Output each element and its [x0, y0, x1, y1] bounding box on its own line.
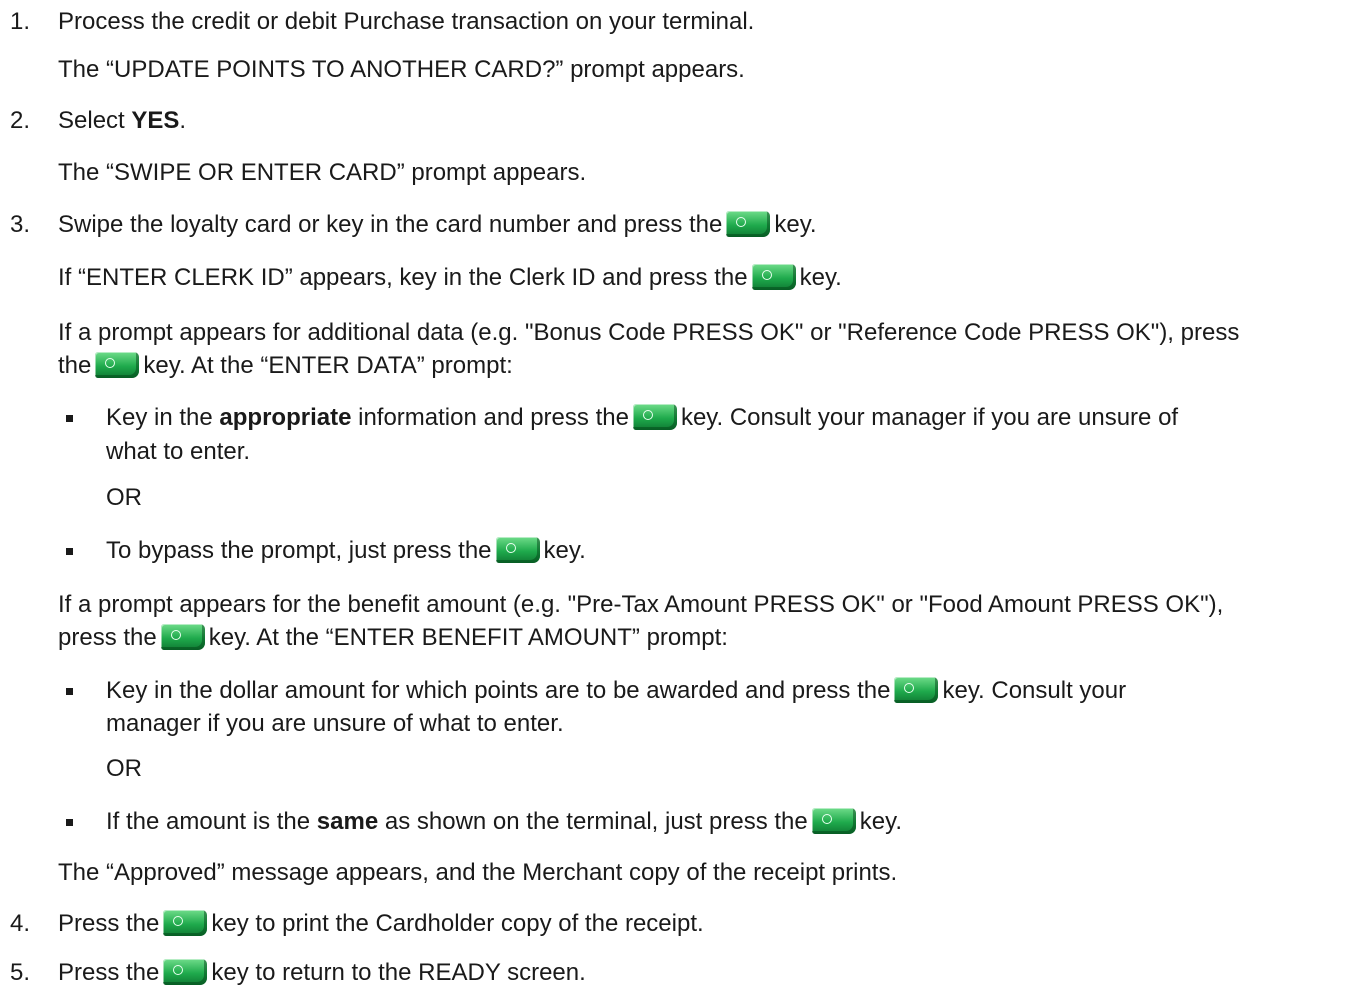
text: Press the: [58, 910, 160, 937]
step-text: Press the key to print the Cardholder cop…: [58, 909, 704, 939]
text: press the: [58, 624, 157, 651]
benefit-line-1: If a prompt appears for the benefit amou…: [58, 591, 1224, 618]
bullet-square-icon: [66, 819, 73, 826]
text: Press the: [58, 959, 160, 986]
bold-text: YES: [131, 107, 180, 134]
bullet-square-icon: [66, 548, 73, 555]
green-ok-key-icon: [811, 808, 856, 834]
text: key.: [799, 264, 842, 291]
green-ok-key-icon: [163, 910, 208, 936]
green-ok-key-icon: [632, 404, 677, 430]
text: key.: [543, 537, 586, 564]
bullet-bypass: To bypass the prompt, just press the key.: [106, 536, 586, 566]
text: the: [58, 352, 92, 379]
step-2-note: The “SWIPE OR ENTER CARD” prompt appears…: [58, 159, 587, 186]
text: key to print the Cardholder copy of the …: [211, 910, 704, 937]
text: key. At the “ENTER BENEFIT AMOUNT” promp…: [208, 624, 728, 651]
text: To bypass the prompt, just press the: [106, 537, 492, 564]
green-ok-key-icon: [726, 211, 771, 237]
step-number: 1.: [10, 8, 31, 35]
additional-data-line-1: If a prompt appears for additional data …: [58, 319, 1240, 346]
bullet-square-icon: [66, 688, 73, 695]
text: key. Consult your: [942, 677, 1127, 704]
text: key.: [859, 808, 902, 835]
green-ok-key-icon: [495, 537, 540, 563]
text: as shown on the terminal, just press the: [378, 808, 808, 835]
bullet-enter-data-cont: what to enter.: [106, 438, 251, 465]
clerk-id-line: If “ENTER CLERK ID” appears, key in the …: [58, 263, 842, 293]
bullet-same-amount: If the amount is the same as shown on th…: [106, 807, 902, 837]
bullet-dollar-amount-cont: manager if you are unsure of what to ent…: [106, 710, 564, 737]
text: key. At the “ENTER DATA” prompt:: [143, 352, 513, 379]
benefit-line-2: press the key. At the “ENTER BENEFIT AMOU…: [58, 623, 728, 653]
text: Key in the: [106, 404, 220, 431]
additional-data-line-2: the key. At the “ENTER DATA” prompt:: [58, 351, 513, 381]
step-text: Select YES.: [58, 106, 186, 136]
text: information and press the: [351, 404, 629, 431]
green-ok-key-icon: [95, 352, 140, 378]
step-text: Process the credit or debit Purchase tra…: [58, 8, 755, 35]
approved-note: The “Approved” message appears, and the …: [58, 859, 898, 886]
text: key. Consult your manager if you are uns…: [680, 404, 1179, 431]
text: Swipe the loyalty card or key in the car…: [58, 211, 723, 238]
green-ok-key-icon: [160, 624, 205, 650]
text: Select: [58, 107, 132, 134]
text: .: [179, 107, 187, 134]
step-1-note: The “UPDATE POINTS TO ANOTHER CARD?” pro…: [58, 56, 745, 83]
or-label: OR: [106, 755, 142, 782]
bold-text: same: [316, 808, 379, 835]
bullet-enter-data: Key in the appropriate information and p…: [106, 403, 1178, 433]
text: If the amount is the: [106, 808, 317, 835]
or-label: OR: [106, 484, 142, 511]
green-ok-key-icon: [751, 264, 796, 290]
step-number: 4.: [10, 910, 31, 937]
text: Key in the dollar amount for which point…: [106, 677, 891, 704]
text: key to return to the READY screen.: [211, 959, 586, 986]
bold-text: appropriate: [219, 404, 352, 431]
step-number: 2.: [10, 107, 31, 134]
step-text: Swipe the loyalty card or key in the car…: [58, 210, 817, 240]
bullet-dollar-amount: Key in the dollar amount for which point…: [106, 676, 1126, 706]
step-number: 3.: [10, 211, 31, 238]
text: If “ENTER CLERK ID” appears, key in the …: [58, 264, 748, 291]
bullet-square-icon: [66, 415, 73, 422]
step-text: Press the key to return to the READY scre…: [58, 958, 586, 988]
text: key.: [774, 211, 817, 238]
green-ok-key-icon: [894, 677, 939, 703]
green-ok-key-icon: [163, 959, 208, 985]
step-number: 5.: [10, 959, 31, 986]
